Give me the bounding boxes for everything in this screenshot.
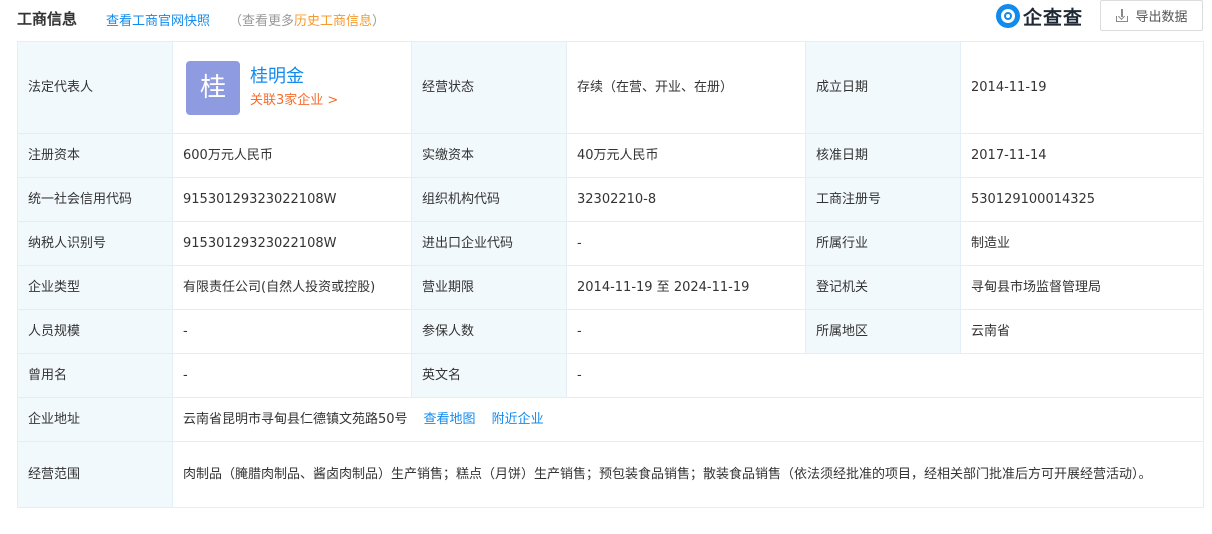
export-data-label: 导出数据 xyxy=(1135,10,1188,25)
english-name-value: - xyxy=(566,353,1204,398)
cell-label: 登记机关 xyxy=(805,265,961,310)
cell-label: 企业类型 xyxy=(17,265,173,310)
address-cell: 云南省昆明市寻甸县仁德镇文苑路50号 查看地图 附近企业 xyxy=(172,397,1204,442)
history-suffix: ） xyxy=(372,14,386,29)
table-row: 经营范围 肉制品（腌腊肉制品、酱卤肉制品）生产销售；糕点（月饼）生产销售；预包装… xyxy=(17,441,1204,508)
table-row: 统一社会信用代码 91530129323022108W 组织机构代码 32302… xyxy=(17,177,1204,222)
qichacha-logo: 企查查 xyxy=(996,3,1083,29)
table-row: 注册资本 600万元人民币 实缴资本 40万元人民币 核准日期 2017-11-… xyxy=(17,133,1204,178)
table-row: 企业地址 云南省昆明市寻甸县仁德镇文苑路50号 查看地图 附近企业 xyxy=(17,397,1204,442)
related-companies-link[interactable]: 关联3家企业 > xyxy=(250,91,338,111)
official-snapshot-link[interactable]: 查看工商官网快照 xyxy=(106,10,210,29)
cell-value: 制造业 xyxy=(960,221,1204,266)
cell-value: - xyxy=(566,221,806,266)
cell-label: 统一社会信用代码 xyxy=(17,177,173,222)
legal-rep-cell: 桂 桂明金 关联3家企业 > xyxy=(172,41,412,134)
cell-label: 所属行业 xyxy=(805,221,961,266)
history-note: （查看更多历史工商信息） xyxy=(229,10,385,29)
cell-value: 云南省 xyxy=(960,309,1204,354)
cell-label: 核准日期 xyxy=(805,133,961,178)
cell-label: 实缴资本 xyxy=(411,133,567,178)
legal-rep-name-link[interactable]: 桂明金 xyxy=(250,65,338,89)
cell-value: 40万元人民币 xyxy=(566,133,806,178)
table-row: 纳税人识别号 91530129323022108W 进出口企业代码 - 所属行业… xyxy=(17,221,1204,266)
legal-rep-label: 法定代表人 xyxy=(17,41,173,134)
view-map-link[interactable]: 查看地图 xyxy=(424,412,476,427)
cell-value: - xyxy=(172,309,412,354)
cell-value: 有限责任公司(自然人投资或控股) xyxy=(172,265,412,310)
cell-value: 2017-11-14 xyxy=(960,133,1204,178)
history-prefix: （查看更多 xyxy=(229,14,295,29)
cell-value: 寻甸县市场监督管理局 xyxy=(960,265,1204,310)
section-header: 工商信息 查看工商官网快照 （查看更多历史工商信息） 企查查 导出数据 xyxy=(0,0,1212,34)
cell-label: 成立日期 xyxy=(805,41,961,134)
cell-label: 参保人数 xyxy=(411,309,567,354)
former-name-label: 曾用名 xyxy=(17,353,173,398)
cell-value: 530129100014325 xyxy=(960,177,1204,222)
address-label: 企业地址 xyxy=(17,397,173,442)
cell-label: 纳税人识别号 xyxy=(17,221,173,266)
cell-value: 32302210-8 xyxy=(566,177,806,222)
history-info-link[interactable]: 历史工商信息 xyxy=(294,14,372,29)
logo-text: 企查查 xyxy=(1023,6,1084,29)
download-icon xyxy=(1115,8,1129,23)
address-value: 云南省昆明市寻甸县仁德镇文苑路50号 xyxy=(183,411,408,427)
cell-value: 2014-11-19 xyxy=(960,41,1204,134)
table-row: 人员规模 - 参保人数 - 所属地区 云南省 xyxy=(17,309,1204,354)
logo-badge-icon xyxy=(996,4,1020,28)
cell-label: 营业期限 xyxy=(411,265,567,310)
nearby-companies-link[interactable]: 附近企业 xyxy=(492,412,544,427)
business-scope-label: 经营范围 xyxy=(17,441,173,508)
table-row: 企业类型 有限责任公司(自然人投资或控股) 营业期限 2014-11-19 至 … xyxy=(17,265,1204,310)
cell-value: 91530129323022108W xyxy=(172,177,412,222)
cell-label: 进出口企业代码 xyxy=(411,221,567,266)
cell-label: 工商注册号 xyxy=(805,177,961,222)
english-name-label: 英文名 xyxy=(411,353,567,398)
table-row: 曾用名 - 英文名 - xyxy=(17,353,1204,398)
cell-value: - xyxy=(566,309,806,354)
cell-label: 组织机构代码 xyxy=(411,177,567,222)
business-info-table: 法定代表人 桂 桂明金 关联3家企业 > 经营状态 存续（在营、开业、在册） 成… xyxy=(17,41,1204,508)
avatar[interactable]: 桂 xyxy=(186,60,240,115)
cell-label: 经营状态 xyxy=(411,41,567,134)
cell-label: 人员规模 xyxy=(17,309,173,354)
export-data-button[interactable]: 导出数据 xyxy=(1100,0,1203,31)
business-scope-value: 肉制品（腌腊肉制品、酱卤肉制品）生产销售；糕点（月饼）生产销售；预包装食品销售；… xyxy=(172,441,1204,508)
cell-value: 600万元人民币 xyxy=(172,133,412,178)
former-name-value: - xyxy=(172,353,412,398)
table-row: 法定代表人 桂 桂明金 关联3家企业 > 经营状态 存续（在营、开业、在册） 成… xyxy=(17,41,1204,134)
section-title: 工商信息 xyxy=(17,10,78,28)
cell-value: 91530129323022108W xyxy=(172,221,412,266)
cell-label: 注册资本 xyxy=(17,133,173,178)
cell-label: 所属地区 xyxy=(805,309,961,354)
cell-value: 存续（在营、开业、在册） xyxy=(566,41,806,134)
cell-value: 2014-11-19 至 2024-11-19 xyxy=(566,265,806,310)
